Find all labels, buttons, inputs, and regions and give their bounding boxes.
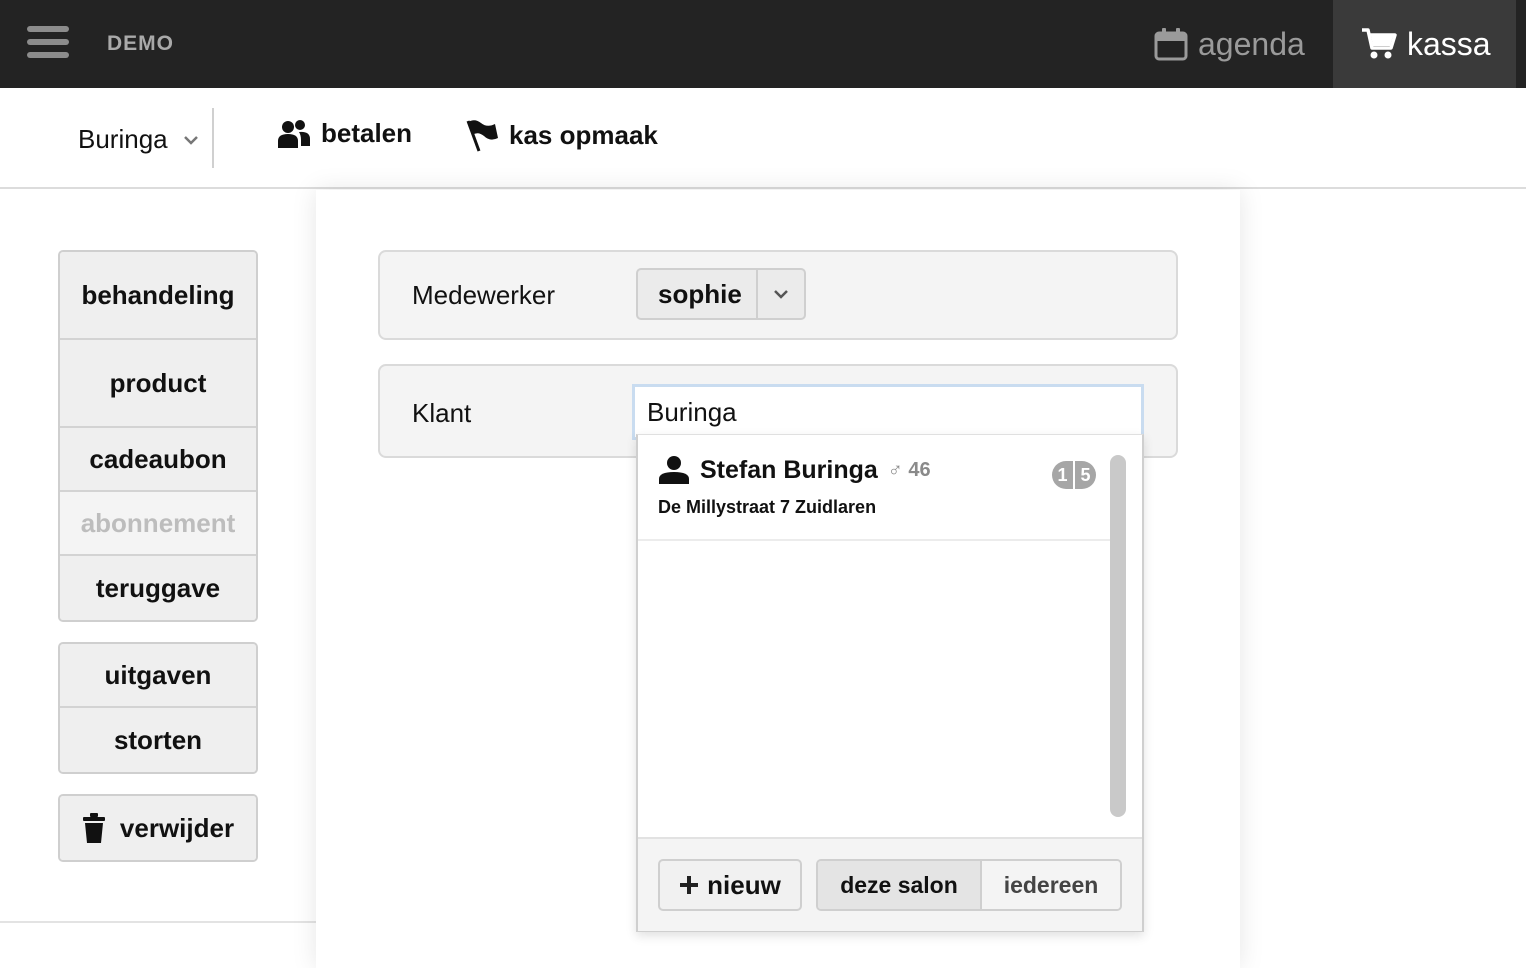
hamburger-menu-icon[interactable]	[27, 26, 69, 58]
customer-name: Stefan Buringa	[700, 455, 878, 484]
chevron-down-icon	[183, 135, 198, 145]
scope-deze-salon-button[interactable]: deze salon	[818, 861, 982, 909]
male-icon: ♂	[887, 458, 903, 481]
scope-iedereen-button[interactable]: iedereen	[982, 861, 1120, 909]
cash-group: uitgaven storten	[58, 642, 258, 774]
customer-badge: 5	[1075, 461, 1096, 489]
nav-agenda[interactable]: agenda	[1138, 0, 1333, 88]
medewerker-value: sophie	[638, 270, 758, 318]
cadeaubon-button[interactable]: cadeaubon	[60, 428, 256, 492]
chevron-down-icon[interactable]	[758, 270, 804, 318]
nav-kassa-label: kassa	[1407, 25, 1491, 62]
customer-result-item[interactable]: Stefan Buringa ♂ 46 De Millystraat 7 Zui…	[638, 435, 1110, 541]
salon-select-value: Buringa	[78, 124, 168, 154]
plus-icon	[680, 876, 699, 894]
person-icon	[659, 456, 689, 484]
customer-age: 46	[908, 458, 931, 481]
users-icon	[278, 119, 310, 148]
betalen-link[interactable]: betalen	[277, 118, 412, 149]
customer-badge: 1	[1052, 461, 1073, 489]
betalen-label: betalen	[321, 118, 413, 148]
medewerker-select[interactable]: sophie	[636, 268, 806, 320]
kas-opmaak-label: kas opmaak	[509, 119, 658, 150]
dropdown-footer: nieuw deze salon iedereen	[638, 837, 1142, 931]
behandeling-button[interactable]: behandeling	[60, 252, 256, 340]
new-customer-label: nieuw	[707, 869, 781, 900]
nav-kassa[interactable]: kassa	[1333, 0, 1516, 88]
brand-label: DEMO	[107, 32, 174, 55]
abonnement-button: abonnement	[60, 492, 256, 556]
customer-gender-age: ♂ 46	[888, 459, 931, 482]
uitgaven-button[interactable]: uitgaven	[60, 644, 256, 708]
trash-icon	[82, 813, 105, 843]
divider	[212, 108, 214, 168]
calendar-icon	[1154, 28, 1188, 61]
verwijder-label: verwijder	[119, 812, 235, 843]
salon-select[interactable]: Buringa	[78, 124, 198, 155]
storten-button[interactable]: storten	[60, 708, 256, 772]
kas-opmaak-link[interactable]: kas opmaak	[465, 118, 658, 152]
medewerker-label: Medewerker	[412, 280, 556, 310]
sale-type-group: behandeling product cadeaubon abonnement…	[58, 250, 258, 622]
klant-label: Klant	[412, 398, 472, 428]
scope-toggle: deze salon iedereen	[816, 859, 1122, 911]
nav-agenda-label: agenda	[1198, 25, 1305, 62]
medewerker-row: Medewerker sophie	[378, 250, 1178, 340]
delete-group: verwijder	[58, 794, 258, 862]
customer-address: De Millystraat 7 Zuidlaren	[658, 497, 877, 517]
dropdown-scrollbar[interactable]	[1110, 455, 1126, 817]
customer-badges: 1 5	[1052, 461, 1096, 489]
flag-icon	[466, 120, 498, 152]
teruggave-button[interactable]: teruggave	[60, 556, 256, 620]
top-bar: DEMO agenda kassa	[0, 0, 1526, 88]
customer-autocomplete-dropdown: Stefan Buringa ♂ 46 De Millystraat 7 Zui…	[636, 434, 1144, 932]
product-button[interactable]: product	[60, 340, 256, 428]
verwijder-button[interactable]: verwijder	[60, 796, 256, 860]
customer-name-line: Stefan Buringa ♂ 46	[658, 455, 931, 485]
sub-navigation: Buringa betalen kas opmaak	[0, 88, 1526, 189]
cart-icon	[1362, 28, 1397, 59]
new-customer-button[interactable]: nieuw	[658, 859, 802, 911]
klant-search-input[interactable]: Buringa	[632, 384, 1144, 440]
